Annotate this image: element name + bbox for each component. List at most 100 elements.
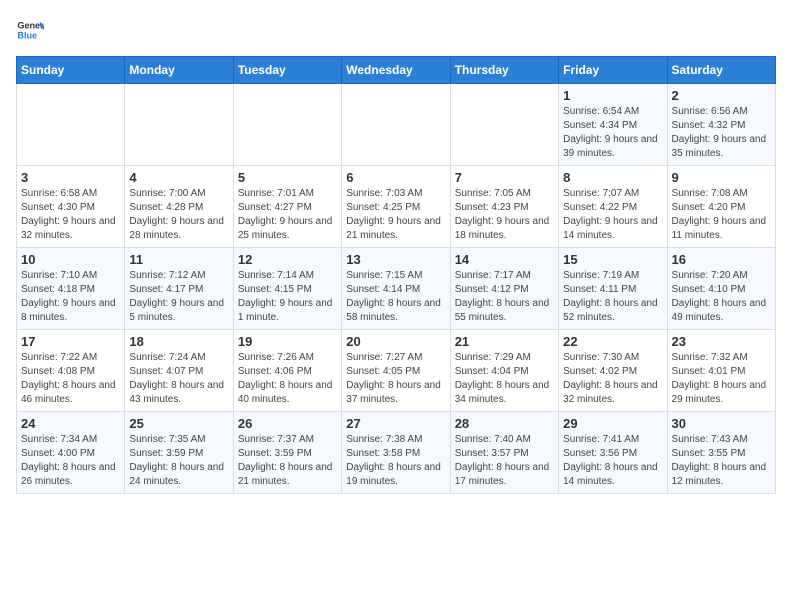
calendar-cell [450,84,558,166]
day-number: 7 [455,170,554,185]
day-number: 15 [563,252,662,267]
svg-text:Blue: Blue [17,30,37,40]
day-number: 13 [346,252,445,267]
header: General Blue [16,16,776,44]
header-thursday: Thursday [450,57,558,84]
calendar-cell [233,84,341,166]
day-info: Sunrise: 7:03 AMSunset: 4:25 PMDaylight:… [346,187,445,243]
day-number: 28 [455,416,554,431]
calendar-cell: 12 Sunrise: 7:14 AMSunset: 4:15 PMDayligh… [233,248,341,330]
day-info: Sunrise: 6:56 AMSunset: 4:32 PMDaylight:… [672,105,771,161]
day-number: 25 [129,416,228,431]
calendar-cell: 29 Sunrise: 7:41 AMSunset: 3:56 PMDayligh… [559,412,667,494]
calendar-cell: 17Sunrise: 7:22 AMSunset: 4:08 PMDayligh… [17,330,125,412]
calendar-cell: 13 Sunrise: 7:15 AMSunset: 4:14 PMDayligh… [342,248,450,330]
day-info: Sunrise: 7:24 AMSunset: 4:07 PMDaylight:… [129,351,228,407]
calendar-cell [342,84,450,166]
calendar-cell [125,84,233,166]
calendar-cell: 26 Sunrise: 7:37 AMSunset: 3:59 PMDayligh… [233,412,341,494]
day-number: 3 [21,170,120,185]
calendar-week-2: 3 Sunrise: 6:58 AMSunset: 4:30 PMDaylight… [17,166,776,248]
calendar-cell: 22 Sunrise: 7:30 AMSunset: 4:02 PMDayligh… [559,330,667,412]
calendar-cell: 5 Sunrise: 7:01 AMSunset: 4:27 PMDaylight… [233,166,341,248]
calendar-cell: 23 Sunrise: 7:32 AMSunset: 4:01 PMDayligh… [667,330,775,412]
calendar-week-4: 17Sunrise: 7:22 AMSunset: 4:08 PMDayligh… [17,330,776,412]
day-number: 5 [238,170,337,185]
calendar-cell [17,84,125,166]
calendar-cell: 30 Sunrise: 7:43 AMSunset: 3:55 PMDayligh… [667,412,775,494]
calendar-cell: 2 Sunrise: 6:56 AMSunset: 4:32 PMDaylight… [667,84,775,166]
calendar-cell: 27Sunrise: 7:38 AMSunset: 3:58 PMDayligh… [342,412,450,494]
day-info: Sunrise: 7:40 AMSunset: 3:57 PMDaylight:… [455,433,554,489]
day-info: Sunrise: 7:01 AMSunset: 4:27 PMDaylight:… [238,187,337,243]
calendar-cell: 24 Sunrise: 7:34 AMSunset: 4:00 PMDayligh… [17,412,125,494]
day-number: 29 [563,416,662,431]
day-number: 26 [238,416,337,431]
header-sunday: Sunday [17,57,125,84]
day-info: Sunrise: 7:12 AMSunset: 4:17 PMDaylight:… [129,269,228,325]
day-number: 12 [238,252,337,267]
day-number: 22 [563,334,662,349]
day-info: Sunrise: 7:15 AMSunset: 4:14 PMDaylight:… [346,269,445,325]
calendar-cell: 20 Sunrise: 7:27 AMSunset: 4:05 PMDayligh… [342,330,450,412]
calendar-cell: 11 Sunrise: 7:12 AMSunset: 4:17 PMDayligh… [125,248,233,330]
day-number: 20 [346,334,445,349]
day-number: 9 [672,170,771,185]
day-number: 24 [21,416,120,431]
calendar-cell: 15 Sunrise: 7:19 AMSunset: 4:11 PMDayligh… [559,248,667,330]
header-friday: Friday [559,57,667,84]
header-tuesday: Tuesday [233,57,341,84]
header-monday: Monday [125,57,233,84]
day-number: 11 [129,252,228,267]
day-info: Sunrise: 7:14 AMSunset: 4:15 PMDaylight:… [238,269,337,325]
day-number: 30 [672,416,771,431]
day-info: Sunrise: 7:22 AMSunset: 4:08 PMDaylight:… [21,351,120,407]
day-info: Sunrise: 7:34 AMSunset: 4:00 PMDaylight:… [21,433,120,489]
calendar-cell: 10 Sunrise: 7:10 AMSunset: 4:18 PMDayligh… [17,248,125,330]
day-info: Sunrise: 7:38 AMSunset: 3:58 PMDaylight:… [346,433,445,489]
day-number: 2 [672,88,771,103]
day-info: Sunrise: 7:37 AMSunset: 3:59 PMDaylight:… [238,433,337,489]
day-info: Sunrise: 7:17 AMSunset: 4:12 PMDaylight:… [455,269,554,325]
calendar-cell: 16 Sunrise: 7:20 AMSunset: 4:10 PMDayligh… [667,248,775,330]
calendar-cell: 25 Sunrise: 7:35 AMSunset: 3:59 PMDayligh… [125,412,233,494]
calendar-cell: 7Sunrise: 7:05 AMSunset: 4:23 PMDaylight… [450,166,558,248]
day-number: 6 [346,170,445,185]
day-info: Sunrise: 7:07 AMSunset: 4:22 PMDaylight:… [563,187,662,243]
calendar-cell: 19Sunrise: 7:26 AMSunset: 4:06 PMDayligh… [233,330,341,412]
calendar-cell: 21Sunrise: 7:29 AMSunset: 4:04 PMDayligh… [450,330,558,412]
calendar-cell: 28 Sunrise: 7:40 AMSunset: 3:57 PMDayligh… [450,412,558,494]
calendar-cell: 14Sunrise: 7:17 AMSunset: 4:12 PMDayligh… [450,248,558,330]
calendar-header-row: SundayMondayTuesdayWednesdayThursdayFrid… [17,57,776,84]
logo: General Blue [16,16,48,44]
calendar-week-1: 1 Sunrise: 6:54 AMSunset: 4:34 PMDaylight… [17,84,776,166]
day-info: Sunrise: 7:41 AMSunset: 3:56 PMDaylight:… [563,433,662,489]
day-number: 23 [672,334,771,349]
day-info: Sunrise: 7:35 AMSunset: 3:59 PMDaylight:… [129,433,228,489]
day-info: Sunrise: 7:30 AMSunset: 4:02 PMDaylight:… [563,351,662,407]
day-info: Sunrise: 7:32 AMSunset: 4:01 PMDaylight:… [672,351,771,407]
day-info: Sunrise: 7:20 AMSunset: 4:10 PMDaylight:… [672,269,771,325]
day-number: 1 [563,88,662,103]
calendar-week-5: 24 Sunrise: 7:34 AMSunset: 4:00 PMDayligh… [17,412,776,494]
day-number: 10 [21,252,120,267]
day-info: Sunrise: 7:10 AMSunset: 4:18 PMDaylight:… [21,269,120,325]
calendar-cell: 4Sunrise: 7:00 AMSunset: 4:28 PMDaylight… [125,166,233,248]
day-info: Sunrise: 7:08 AMSunset: 4:20 PMDaylight:… [672,187,771,243]
day-number: 19 [238,334,337,349]
calendar-week-3: 10 Sunrise: 7:10 AMSunset: 4:18 PMDayligh… [17,248,776,330]
calendar-cell: 6 Sunrise: 7:03 AMSunset: 4:25 PMDaylight… [342,166,450,248]
calendar-cell: 3 Sunrise: 6:58 AMSunset: 4:30 PMDaylight… [17,166,125,248]
day-info: Sunrise: 7:43 AMSunset: 3:55 PMDaylight:… [672,433,771,489]
calendar-cell: 1 Sunrise: 6:54 AMSunset: 4:34 PMDaylight… [559,84,667,166]
calendar-cell: 9 Sunrise: 7:08 AMSunset: 4:20 PMDaylight… [667,166,775,248]
day-info: Sunrise: 6:58 AMSunset: 4:30 PMDaylight:… [21,187,120,243]
header-wednesday: Wednesday [342,57,450,84]
day-number: 21 [455,334,554,349]
day-info: Sunrise: 6:54 AMSunset: 4:34 PMDaylight:… [563,105,662,161]
day-info: Sunrise: 7:27 AMSunset: 4:05 PMDaylight:… [346,351,445,407]
day-number: 18 [129,334,228,349]
calendar-cell: 18 Sunrise: 7:24 AMSunset: 4:07 PMDayligh… [125,330,233,412]
day-number: 16 [672,252,771,267]
day-info: Sunrise: 7:19 AMSunset: 4:11 PMDaylight:… [563,269,662,325]
